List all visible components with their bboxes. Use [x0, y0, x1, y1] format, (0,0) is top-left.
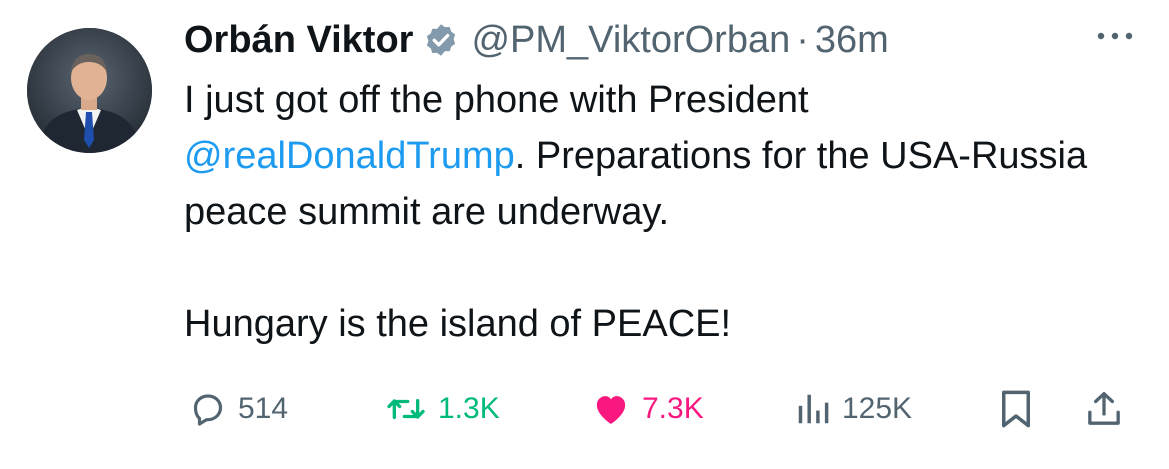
heart-icon: [596, 396, 626, 424]
avatar-photo: [27, 28, 152, 153]
tweet-text-paragraph-1: I just got off the phone with President …: [184, 72, 1144, 240]
like-count: 7.3K: [642, 392, 704, 425]
reply-count: 514: [238, 392, 289, 425]
analytics-icon: [798, 394, 829, 424]
avatar[interactable]: [27, 28, 152, 153]
share-button[interactable]: [1084, 384, 1124, 434]
separator-dot: ·: [796, 18, 809, 61]
mention-link[interactable]: @realDonaldTrump: [184, 135, 515, 177]
like-button[interactable]: 7.3K: [590, 384, 704, 434]
tweet-body: I just got off the phone with President …: [184, 72, 1144, 352]
tweet-header: Orbán Viktor @PM_ViktorOrban · 36m: [184, 14, 889, 66]
action-bar: 514 1.3K 7.3K 125K: [184, 384, 1144, 434]
verified-badge-icon: [423, 22, 459, 58]
retweet-button[interactable]: 1.3K: [384, 384, 500, 434]
tweet-card: Orbán Viktor @PM_ViktorOrban · 36m I jus…: [0, 0, 1169, 469]
views-count: 125K: [842, 392, 913, 425]
tweet-text-line: I just got off the phone with President: [184, 79, 809, 121]
display-name[interactable]: Orbán Viktor: [184, 19, 413, 62]
share-icon: [1088, 392, 1120, 425]
reply-icon: [193, 394, 223, 426]
views-button[interactable]: 125K: [794, 384, 912, 434]
retweet-count: 1.3K: [438, 392, 500, 425]
more-options-icon[interactable]: [1093, 26, 1137, 46]
tweet-text-paragraph-2: Hungary is the island of PEACE!: [184, 303, 732, 345]
reply-button[interactable]: 514: [188, 384, 288, 434]
user-handle[interactable]: @PM_ViktorOrban: [471, 19, 790, 62]
bookmark-icon: [1002, 390, 1030, 428]
retweet-icon: [387, 399, 425, 419]
bookmark-button[interactable]: [998, 384, 1034, 434]
timestamp[interactable]: 36m: [815, 19, 889, 62]
